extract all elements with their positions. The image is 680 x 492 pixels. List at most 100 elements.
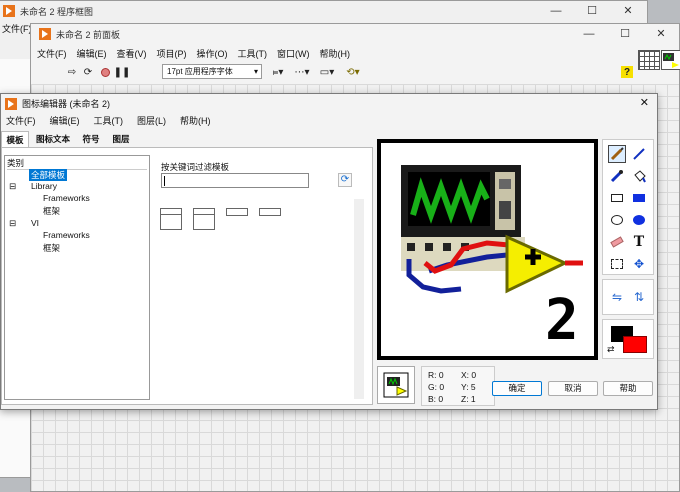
text-tool-icon[interactable]: T	[630, 233, 648, 251]
icon-canvas[interactable]: 2	[377, 139, 598, 360]
icon-canvas-number: 2	[545, 288, 579, 353]
template-thumbnail[interactable]	[160, 208, 182, 230]
tab-icon-text[interactable]: 图标文本	[31, 131, 75, 147]
cancel-button[interactable]: 取消	[548, 381, 598, 396]
refresh-icon[interactable]: ⟳	[338, 173, 352, 187]
eraser-icon[interactable]	[608, 233, 626, 251]
reorder-icon[interactable]: ⟲▾	[342, 63, 364, 81]
help-button[interactable]: 帮助	[603, 381, 653, 396]
flip-horizontal-icon[interactable]: ⇋	[608, 288, 626, 306]
resize-objects-icon[interactable]: ▭▾	[316, 63, 338, 81]
tab-glyphs[interactable]: 符号	[77, 131, 105, 147]
filter-label: 按关键词过滤模板	[161, 162, 230, 172]
menu-edit[interactable]: 编辑(E)	[72, 47, 112, 60]
collapse-icon[interactable]: ⊟	[9, 181, 16, 192]
flip-vertical-icon[interactable]: ⇅	[630, 288, 648, 306]
menu-operate[interactable]: 操作(O)	[192, 47, 233, 60]
maximize-button[interactable]: ☐	[607, 24, 643, 44]
templates-scrollbar[interactable]	[354, 199, 364, 399]
menu-help[interactable]: 帮助(H)	[175, 114, 216, 127]
icon-editor-titlebar[interactable]: 图标编辑器 (未命名 2)	[1, 94, 657, 113]
maximize-button[interactable]: ☐	[574, 1, 610, 21]
tree-header: 类别	[7, 157, 147, 170]
chevron-down-icon: ▾	[253, 67, 258, 76]
readout-r: R: 0	[428, 370, 444, 380]
color-selector[interactable]: ⇄	[602, 319, 654, 359]
flip-tools: ⇋ ⇅	[602, 279, 654, 315]
block-diagram-menu-file[interactable]: 文件(F)	[2, 22, 32, 35]
ellipse-icon[interactable]	[608, 211, 626, 229]
font-selector-value: 17pt 应用程序字体	[167, 67, 233, 76]
labview-icon	[3, 5, 15, 17]
tree-item-all-templates[interactable]: 全部模板	[29, 169, 68, 181]
rectangle-icon[interactable]	[608, 189, 626, 207]
grid-connector-icon	[638, 50, 660, 70]
menu-help[interactable]: 帮助(H)	[315, 47, 356, 60]
menu-view[interactable]: 查看(V)	[112, 47, 152, 60]
run-arrow-icon[interactable]: ⇨	[65, 63, 79, 81]
menu-tools[interactable]: 工具(T)	[233, 47, 273, 60]
selection-icon[interactable]	[608, 255, 626, 273]
tab-templates[interactable]: 模板	[1, 131, 29, 147]
filled-ellipse-icon[interactable]	[630, 211, 648, 229]
tree-item-vi[interactable]: VI	[31, 218, 39, 228]
front-panel-menubar: 文件(F) 编辑(E) 查看(V) 项目(P) 操作(O) 工具(T) 窗口(W…	[31, 45, 679, 61]
menu-file[interactable]: 文件(F)	[1, 114, 41, 127]
collapse-icon[interactable]: ⊟	[9, 218, 16, 229]
readout-x: X: 0	[461, 370, 477, 380]
icon-editor-dialog[interactable]: 图标编辑器 (未命名 2) ✕ 文件(F) 编辑(E) 工具(T) 图层(L) …	[0, 93, 658, 410]
labview-icon	[39, 28, 51, 40]
icon-drawing: 2	[381, 143, 594, 356]
tree-item-vi-frameworks[interactable]: Frameworks	[43, 230, 90, 240]
readout-y: Y: 5	[461, 382, 476, 392]
tools-palette: T ✥	[602, 139, 654, 275]
template-thumbnail[interactable]	[226, 208, 248, 216]
readout-b: B: 0	[428, 394, 444, 404]
abort-icon[interactable]	[98, 63, 112, 81]
move-icon[interactable]: ✥	[630, 255, 648, 273]
menu-window[interactable]: 窗口(W)	[272, 47, 315, 60]
template-thumbnail[interactable]	[259, 208, 281, 216]
pause-icon[interactable]: ❚❚	[114, 63, 131, 81]
tab-layers[interactable]: 图层	[107, 131, 135, 147]
help-icon[interactable]: ?	[621, 66, 633, 78]
minimize-button[interactable]: —	[538, 1, 574, 21]
close-icon[interactable]: ✕	[640, 96, 649, 109]
distribute-objects-icon[interactable]: ⋯▾	[291, 63, 313, 81]
color-picker-icon[interactable]	[608, 167, 626, 185]
minimize-button[interactable]: —	[571, 24, 607, 44]
pencil-icon[interactable]	[608, 145, 626, 163]
vi-icon-thumbnail	[661, 50, 680, 70]
readout-z: Z: 1	[461, 394, 476, 404]
run-continuously-icon[interactable]: ⟳	[81, 63, 95, 81]
front-panel-title: 未命名 2 前面板	[56, 29, 121, 40]
close-button[interactable]: ✕	[610, 1, 646, 21]
swap-colors-icon[interactable]: ⇄	[607, 344, 615, 355]
category-tree[interactable]: 类别 全部模板 ⊟ Library Frameworks 框架 ⊟ VI Fra…	[4, 155, 150, 400]
menu-project[interactable]: 项目(P)	[152, 47, 192, 60]
tree-item-library[interactable]: Library	[31, 181, 57, 191]
filter-input[interactable]	[161, 173, 309, 188]
tree-item-library-frameworks[interactable]: Frameworks	[43, 193, 90, 203]
fill-bucket-icon[interactable]	[630, 167, 648, 185]
menu-edit[interactable]: 编辑(E)	[45, 114, 85, 127]
front-panel-window-controls: — ☐ ✕	[571, 24, 679, 44]
align-objects-icon[interactable]: ⫢▾	[267, 63, 289, 81]
close-button[interactable]: ✕	[643, 24, 679, 44]
status-readout: R: 0 G: 0 B: 0 X: 0 Y: 5 Z: 1	[421, 366, 495, 406]
template-thumbnail[interactable]	[193, 208, 215, 230]
menu-file[interactable]: 文件(F)	[32, 47, 72, 60]
filled-rectangle-icon[interactable]	[630, 189, 648, 207]
block-diagram-title: 未命名 2 程序框图	[20, 6, 94, 17]
font-selector[interactable]: 17pt 应用程序字体 ▾	[162, 64, 262, 79]
text-cursor	[164, 176, 165, 186]
tree-item-library-frameworks-cn[interactable]: 框架	[43, 205, 60, 217]
menu-layers[interactable]: 图层(L)	[132, 114, 171, 127]
ok-button[interactable]: 确定	[492, 381, 542, 396]
background-color-swatch[interactable]	[623, 336, 647, 353]
block-diagram-window-controls: — ☐ ✕	[538, 1, 646, 21]
tree-item-vi-frameworks-cn[interactable]: 框架	[43, 242, 60, 254]
readout-g: G: 0	[428, 382, 445, 392]
menu-tools[interactable]: 工具(T)	[89, 114, 129, 127]
line-icon[interactable]	[630, 145, 648, 163]
